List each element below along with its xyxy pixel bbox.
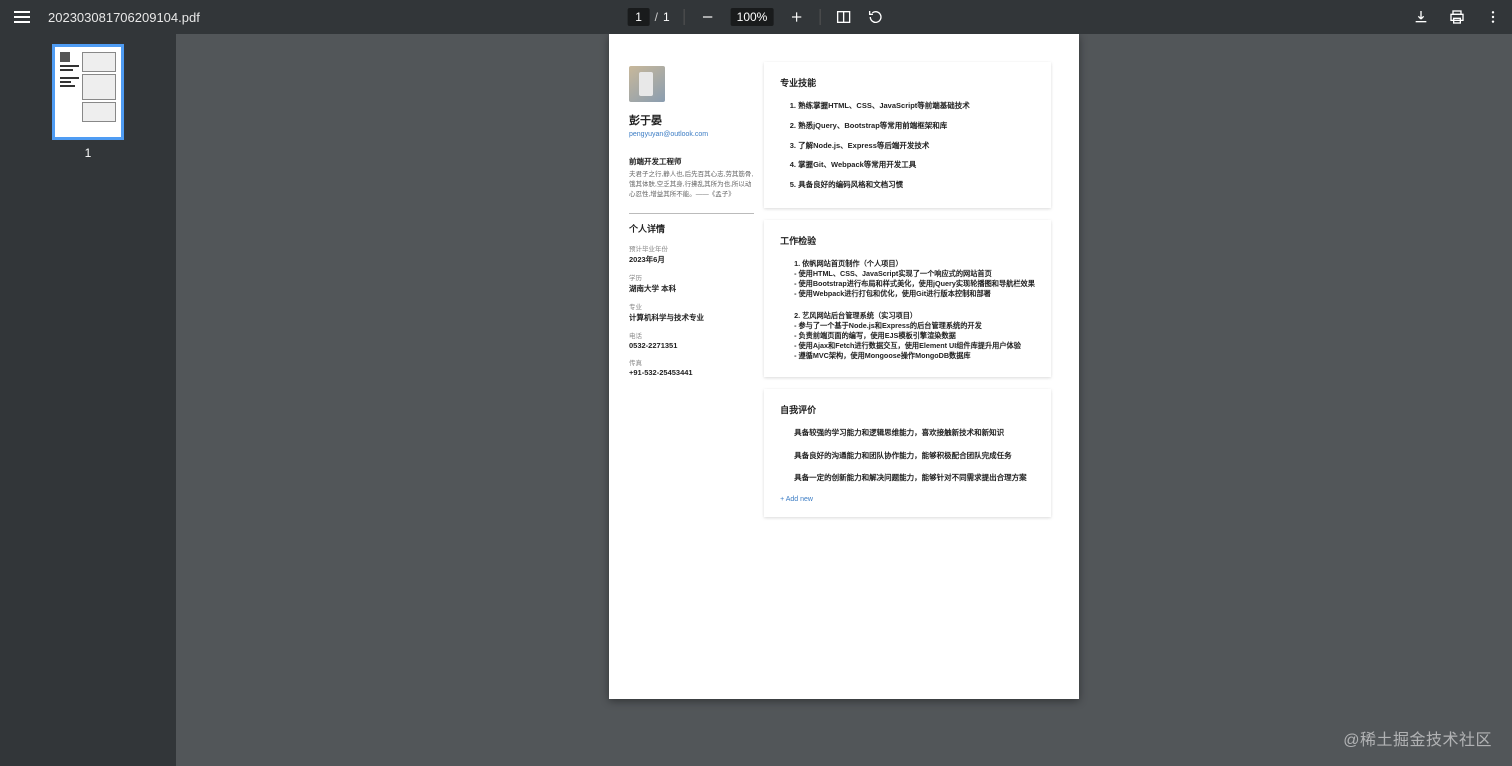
details-title: 个人详情 [629, 222, 756, 235]
thumbnail-sidebar: 1 [0, 34, 176, 766]
page-nav-group: / 1 [628, 8, 670, 26]
major-value: 计算机科学与技术专业 [629, 312, 756, 323]
exp-item-title: 2. 艺风网站后台管理系统（实习项目） [794, 311, 1035, 321]
filename: 20230308170620​9104.pdf [48, 10, 200, 25]
grad-value: 2023年6月 [629, 254, 756, 265]
zoom-in-button[interactable] [787, 8, 805, 26]
job-title: 前端开发工程师 [629, 156, 756, 167]
page-total: 1 [663, 10, 670, 24]
exp-line: - 使用Webpack进行打包和优化，使用Git进行版本控制和部署 [794, 289, 1035, 299]
eval-title: 自我评价 [780, 403, 1035, 416]
exp-line: - 使用Ajax和Fetch进行数据交互，使用Element UI组件库提升用户… [794, 341, 1035, 351]
evaluation-card: 自我评价 具备较强的学习能力和逻辑思维能力，喜欢接触新技术和新知识 具备良好的沟… [764, 389, 1051, 517]
zoom-out-button[interactable] [699, 8, 717, 26]
divider [684, 9, 685, 25]
rotate-button[interactable] [866, 8, 884, 26]
pdf-page: 彭于晏 pengyuyan@outlook.com 前端开发工程师 夫君子之行,… [609, 34, 1079, 699]
fit-page-button[interactable] [834, 8, 852, 26]
list-item: 具备良好的沟通能力和团队协作能力，能够积极配合团队完成任务 [780, 451, 1035, 462]
list-item: 熟练掌握HTML、CSS、JavaScript等前端基础技术 [798, 101, 1035, 111]
exp-item-title: 1. 依帆网站首页制作（个人项目） [794, 259, 1035, 269]
major-label: 专业 [629, 301, 756, 311]
more-menu-button[interactable] [1484, 8, 1502, 26]
menu-icon[interactable] [10, 7, 34, 27]
list-item: 熟悉jQuery、Bootstrap等常用前端框架和库 [798, 121, 1035, 131]
list-item: 具备良好的编码风格和文档习惯 [798, 180, 1035, 190]
avatar [629, 66, 665, 102]
pdf-toolbar: 20230308170620​9104.pdf / 1 100% [0, 0, 1512, 34]
school-value: 湖南大学 本科 [629, 283, 756, 294]
download-button[interactable] [1412, 8, 1430, 26]
list-item: 了解Node.js、Express等后端开发技术 [798, 141, 1035, 151]
exp-line: - 使用Bootstrap进行布局和样式美化，使用jQuery实现轮播图和导航栏… [794, 279, 1035, 289]
divider [819, 9, 820, 25]
phone-value: 0532-2271351 [629, 341, 756, 350]
list-item: 具备一定的创新能力和解决问题能力，能够针对不同需求提出合理方案 [780, 473, 1035, 484]
list-item: 掌握Git、Webpack等常用开发工具 [798, 160, 1035, 170]
exp-line: - 负责前端页面的编写，使用EJS模板引擎渲染数据 [794, 331, 1035, 341]
exp-line: - 使用HTML、CSS、JavaScript实现了一个响应式的网站首页 [794, 269, 1035, 279]
motto: 夫君子之行,静人也,后先百其心志,劳其筋骨,饿其体肤,空乏其身,行拂乱其所为也,… [629, 170, 756, 199]
experience-card: 工作检验 1. 依帆网站首页制作（个人项目） - 使用HTML、CSS、Java… [764, 220, 1051, 378]
print-button[interactable] [1448, 8, 1466, 26]
watermark: @稀土掘金技术社区 [1343, 726, 1492, 750]
fax-value: +91-532-25453441 [629, 368, 756, 377]
exp-title: 工作检验 [780, 234, 1035, 247]
phone-label: 电话 [629, 330, 756, 340]
grad-label: 预计毕业年份 [629, 243, 756, 253]
page-input[interactable] [628, 8, 650, 26]
pdf-viewport[interactable]: 彭于晏 pengyuyan@outlook.com 前端开发工程师 夫君子之行,… [176, 34, 1512, 766]
skills-title: 专业技能 [780, 76, 1035, 89]
list-item: 具备较强的学习能力和逻辑思维能力，喜欢接触新技术和新知识 [780, 428, 1035, 439]
resume-email: pengyuyan@outlook.com [629, 131, 756, 138]
page-thumbnail[interactable] [52, 44, 124, 140]
skills-card: 专业技能 熟练掌握HTML、CSS、JavaScript等前端基础技术 熟悉jQ… [764, 62, 1051, 208]
fax-label: 传真 [629, 357, 756, 367]
resume-name: 彭于晏 [629, 112, 756, 128]
exp-line: - 遵循MVC架构，使用Mongoose操作MongoDB数据库 [794, 351, 1035, 361]
add-new-button[interactable]: + Add new [780, 496, 1035, 503]
exp-line: - 参与了一个基于Node.js和Express的后台管理系统的开发 [794, 321, 1035, 331]
school-label: 学历 [629, 272, 756, 282]
zoom-level[interactable]: 100% [731, 8, 774, 26]
thumb-page-number: 1 [85, 146, 92, 160]
